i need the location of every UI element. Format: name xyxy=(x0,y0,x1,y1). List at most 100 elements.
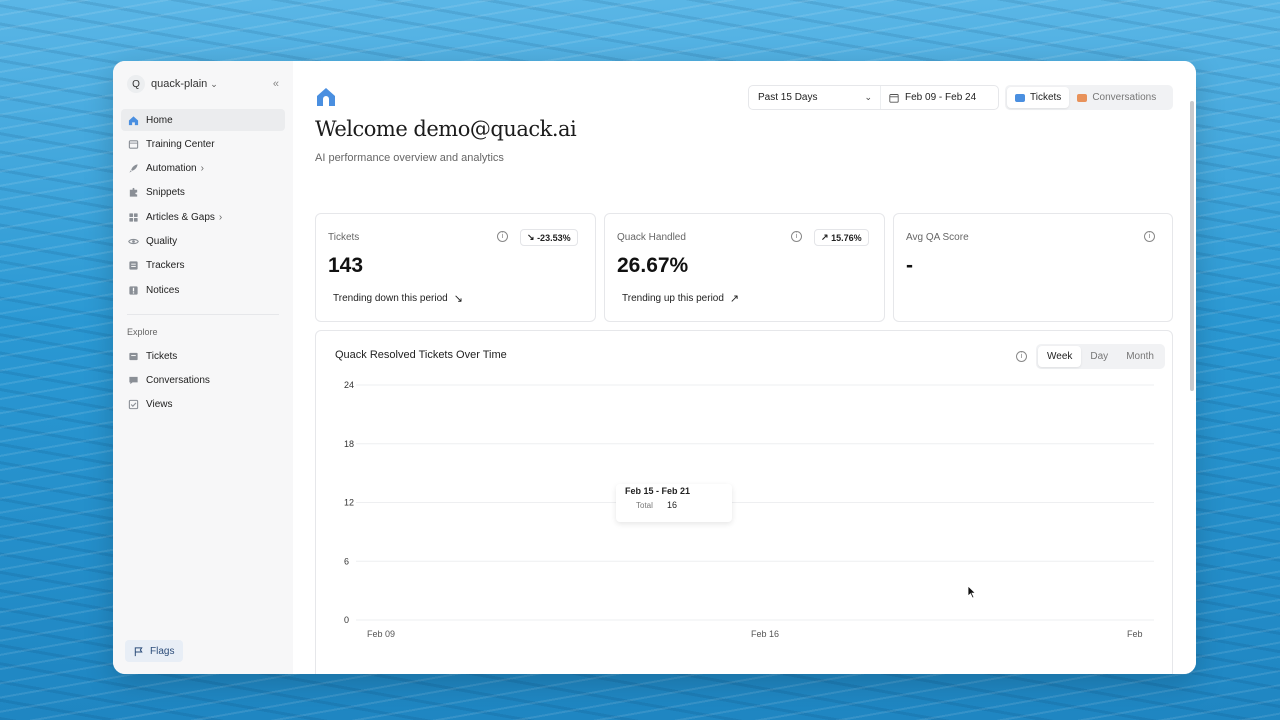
sidebar-item-training-center[interactable]: Training Center xyxy=(121,133,285,155)
sidebar-item-label: Views xyxy=(146,399,173,411)
info-icon[interactable]: i xyxy=(497,231,508,242)
chat-icon xyxy=(1077,93,1088,102)
y-tick-label: 18 xyxy=(344,439,354,449)
eye-icon xyxy=(127,235,139,247)
period-week[interactable]: Week xyxy=(1038,346,1082,367)
views-icon xyxy=(127,399,139,411)
tickets-icon xyxy=(1015,93,1025,102)
x-tick-label: Feb xyxy=(1127,629,1143,639)
sidebar-item-tickets[interactable]: Tickets xyxy=(121,345,285,367)
sidebar-item-articles-gaps[interactable]: Articles & Gaps › xyxy=(121,206,285,228)
metric-label: Quack Handled xyxy=(617,232,686,243)
chevron-down-icon: ⌄ xyxy=(210,78,218,89)
sidebar-item-label: Trackers xyxy=(146,260,185,272)
period-day[interactable]: Day xyxy=(1081,346,1117,367)
sidebar-item-label: Home xyxy=(146,114,173,126)
chevron-down-icon: ⌄ xyxy=(864,92,872,102)
app-window: Q quack-plain ⌄ « Home Training Center A… xyxy=(113,61,1196,674)
flags-label: Flags xyxy=(150,645,175,657)
metric-label: Tickets xyxy=(328,232,360,243)
calendar-icon xyxy=(889,93,899,103)
mouse-cursor-icon xyxy=(967,585,977,599)
tooltip-value: 16 xyxy=(667,500,678,510)
x-tick-label: Feb 09 xyxy=(367,629,395,639)
sidebar-item-label: Conversations xyxy=(146,374,210,386)
data-type-toggle: Tickets Conversations xyxy=(1005,85,1173,110)
info-icon[interactable]: i xyxy=(1016,351,1027,362)
date-range-select[interactable]: Past 15 Days ⌄ xyxy=(749,86,881,109)
metric-trend: Trending up this period ↗ xyxy=(622,292,739,305)
rocket-icon xyxy=(127,163,139,175)
change-value: 15.76% xyxy=(831,232,862,243)
sidebar: Q quack-plain ⌄ « Home Training Center A… xyxy=(113,61,293,674)
home-icon xyxy=(127,114,139,126)
trend-text: Trending up this period xyxy=(622,293,724,304)
info-icon[interactable]: i xyxy=(791,231,802,242)
main-nav: Home Training Center Automation › Snippe… xyxy=(121,109,285,301)
tab-label: Tickets xyxy=(1030,92,1062,103)
conversations-icon xyxy=(127,374,139,386)
collapse-sidebar-icon[interactable]: « xyxy=(273,78,279,90)
sidebar-item-label: Training Center xyxy=(146,138,215,150)
sidebar-item-notices[interactable]: Notices xyxy=(121,279,285,301)
tab-tickets[interactable]: Tickets xyxy=(1007,87,1070,108)
sidebar-divider xyxy=(127,314,279,316)
house-logo-icon xyxy=(317,88,335,106)
metric-value: - xyxy=(906,254,913,277)
notice-icon xyxy=(127,284,139,296)
sidebar-item-trackers[interactable]: Trackers xyxy=(121,255,285,277)
trend-text: Trending down this period xyxy=(333,293,448,304)
metric-trend: Trending down this period ↘ xyxy=(333,292,463,305)
tab-label: Conversations xyxy=(1092,92,1157,103)
tickets-icon xyxy=(127,350,139,362)
tracker-icon xyxy=(127,260,139,272)
metric-card-avg-qa-score: Avg QA Score i - xyxy=(893,213,1173,322)
main-content: Welcome demo@quack.ai AI performance ove… xyxy=(293,61,1196,674)
chart-title: Quack Resolved Tickets Over Time xyxy=(335,349,507,361)
date-picker[interactable]: Feb 09 - Feb 24 xyxy=(881,92,976,103)
workspace-name: quack-plain xyxy=(151,78,208,90)
chart-canvas: 0 6 12 18 24 Feb 09 Feb 16 Feb xyxy=(344,380,1154,639)
workspace-switcher[interactable]: Q quack-plain ⌄ « xyxy=(121,73,285,95)
info-icon[interactable]: i xyxy=(1144,231,1155,242)
period-month[interactable]: Month xyxy=(1117,346,1163,367)
tab-conversations[interactable]: Conversations xyxy=(1069,87,1164,108)
x-tick-label: Feb 16 xyxy=(751,629,779,639)
sidebar-item-home[interactable]: Home xyxy=(121,109,285,131)
trend-down-icon: ↘ xyxy=(453,293,463,305)
sidebar-item-views[interactable]: Views xyxy=(121,394,285,416)
sidebar-item-label: Notices xyxy=(146,284,180,296)
period-toggle: Week Day Month xyxy=(1036,344,1165,369)
chevron-right-icon: › xyxy=(218,211,223,223)
metric-value: 143 xyxy=(328,254,364,277)
flags-button[interactable]: Flags xyxy=(125,640,183,662)
sidebar-item-quality[interactable]: Quality xyxy=(121,230,285,252)
training-icon xyxy=(127,138,139,150)
articles-icon xyxy=(127,211,139,223)
change-badge: ↗ 15.76% xyxy=(814,229,869,246)
y-tick-label: 12 xyxy=(344,498,354,508)
metric-card-tickets: Tickets i ↘ -23.53% 143 Trending down th… xyxy=(315,213,596,322)
tooltip-title: Feb 15 - Feb 21 xyxy=(625,486,691,496)
workspace-avatar: Q xyxy=(127,75,145,93)
page-scrollbar[interactable] xyxy=(1190,101,1194,391)
sidebar-item-snippets[interactable]: Snippets xyxy=(121,182,285,204)
sidebar-item-label: Automation xyxy=(146,163,197,175)
date-picker-value: Feb 09 - Feb 24 xyxy=(905,92,977,103)
trend-up-icon: ↗ xyxy=(729,293,740,305)
sidebar-item-conversations[interactable]: Conversations xyxy=(121,369,285,391)
trend-up-icon: ↗ xyxy=(821,232,829,242)
puzzle-icon xyxy=(127,187,139,199)
y-tick-label: 0 xyxy=(344,615,349,625)
metric-value: 26.67% xyxy=(617,254,689,277)
sidebar-item-automation[interactable]: Automation › xyxy=(121,158,285,180)
y-tick-label: 6 xyxy=(344,556,349,566)
sidebar-item-label: Tickets xyxy=(146,350,178,362)
metric-card-quack-handled: Quack Handled i ↗ 15.76% 26.67% Trending… xyxy=(604,213,885,322)
page-title: Welcome demo@quack.ai xyxy=(315,117,577,141)
flag-icon xyxy=(132,645,144,657)
trend-down-icon: ↘ xyxy=(527,232,535,242)
filter-bar: Past 15 Days ⌄ Feb 09 - Feb 24 xyxy=(748,85,999,110)
change-value: -23.53% xyxy=(537,232,571,243)
metric-label: Avg QA Score xyxy=(906,232,969,243)
